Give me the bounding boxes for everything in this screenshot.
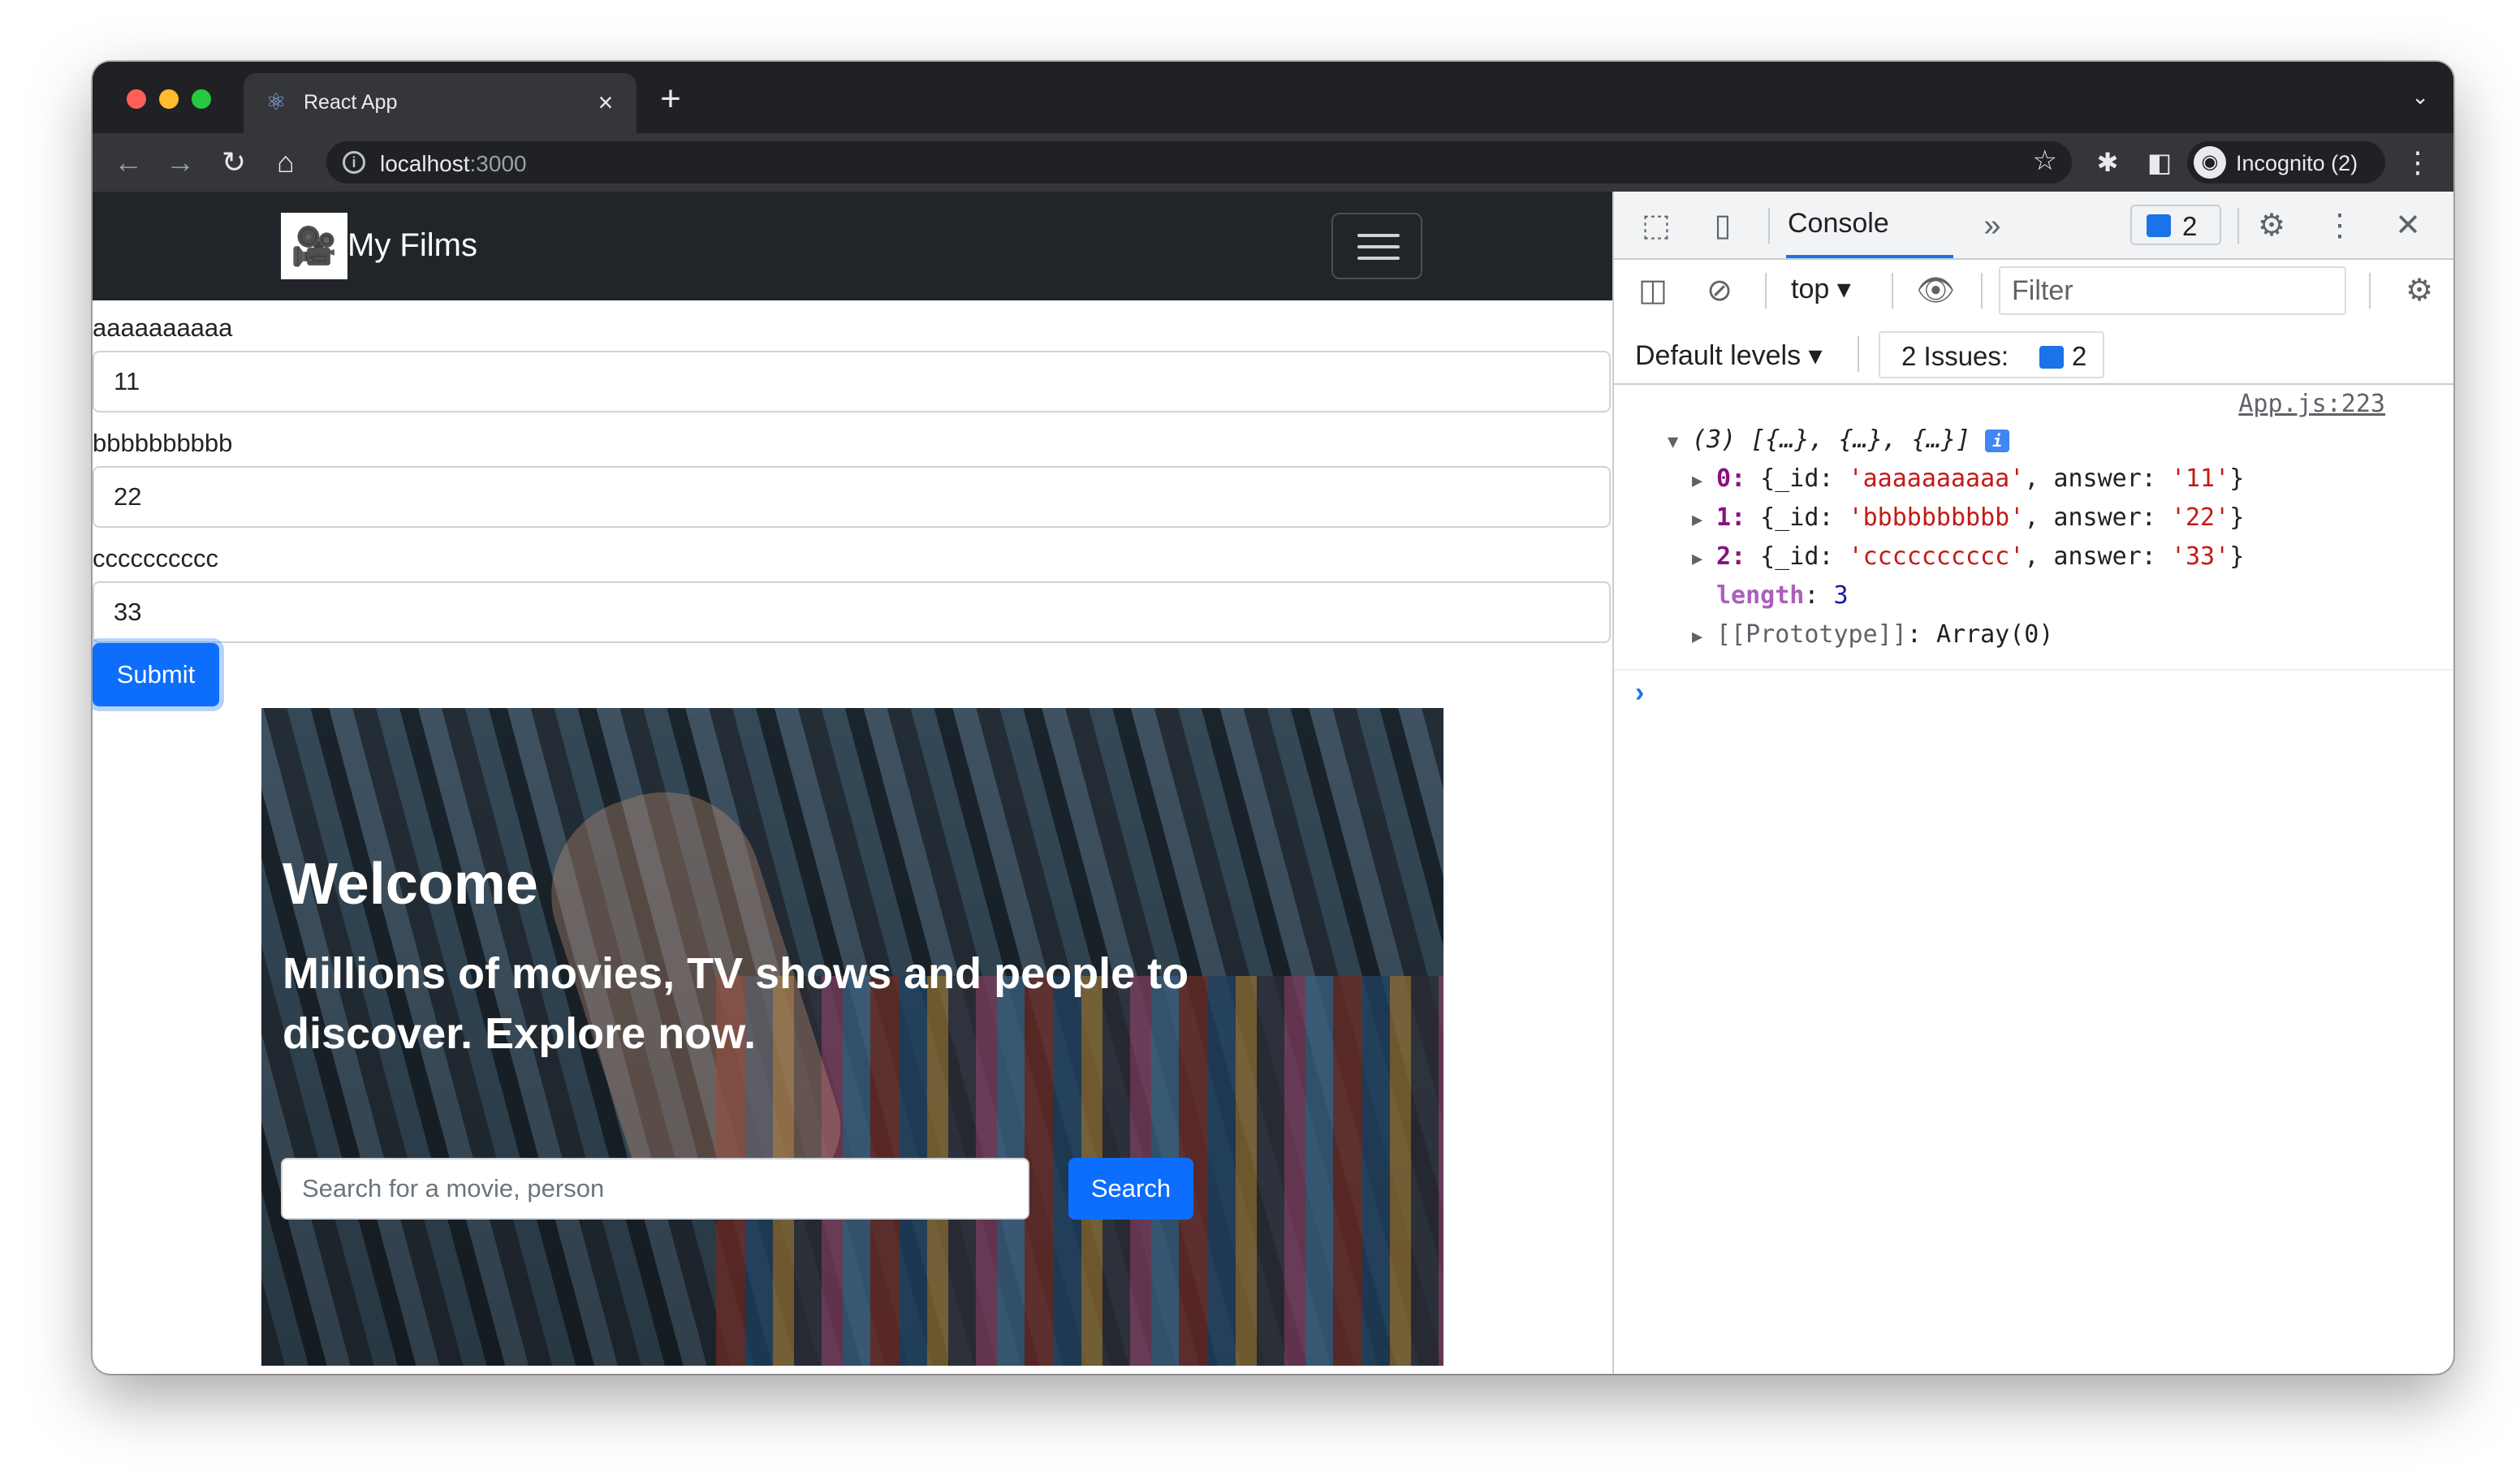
divider <box>1768 208 1770 244</box>
incognito-label: Incognito (2) <box>2236 151 2358 175</box>
minimize-window-button[interactable] <box>159 89 179 109</box>
collapsed-triangle-icon[interactable]: ▶ <box>1692 471 1716 491</box>
devtools-tabbar: ⬚ ▯ Console » 2 ⚙ ⋮ ✕ <box>1614 192 2453 260</box>
context-selector[interactable]: top ▾ <box>1791 273 1851 305</box>
answer-input-c[interactable]: 33 <box>93 581 1611 643</box>
back-icon[interactable]: ← <box>110 145 146 180</box>
info-icon[interactable]: i <box>1985 429 2010 452</box>
devtools-menu-icon[interactable]: ⋮ <box>2320 208 2359 244</box>
close-devtools-icon[interactable]: ✕ <box>2388 208 2427 244</box>
url-text: localhost:3000 <box>380 151 527 176</box>
tab-console[interactable]: Console <box>1788 208 1889 240</box>
array-prototype-row[interactable]: ▶ [[Prototype]]: Array(0) <box>1692 620 2053 649</box>
default-levels-dropdown[interactable]: Default levels ▾ <box>1635 339 1823 372</box>
collapsed-triangle-icon[interactable]: ▶ <box>1692 627 1716 647</box>
messages-count: 2 <box>2182 211 2198 241</box>
tab-react-app[interactable]: ⚛ React App × <box>244 73 636 133</box>
array-entry-row[interactable]: ▶ 2: {_id: 'cccccccccc', answer: '33'} <box>1692 542 2244 571</box>
field-label-a: aaaaaaaaaa <box>93 313 233 342</box>
array-entry-row[interactable]: ▶ 0: {_id: 'aaaaaaaaaa', answer: '11'} <box>1692 464 2244 493</box>
devtools-panel: ⬚ ▯ Console » 2 ⚙ ⋮ ✕ ◫ ⊘ top ▾ 👁 Filter <box>1612 192 2453 1374</box>
console-settings-gear-icon[interactable]: ⚙ <box>2400 273 2439 309</box>
array-length-row: length: 3 <box>1716 581 1849 610</box>
new-tab-button[interactable]: + <box>653 81 688 117</box>
answer-input-b[interactable]: 22 <box>93 466 1611 528</box>
navbar-toggler-button[interactable] <box>1331 213 1422 279</box>
console-levels-bar: Default levels ▾ 2 Issues: 2 <box>1614 323 2453 385</box>
forward-icon[interactable]: → <box>162 145 198 180</box>
hamburger-line <box>1357 234 1400 237</box>
field-label-b: bbbbbbbbbb <box>93 429 233 457</box>
bookmark-star-icon[interactable]: ☆ <box>2033 145 2057 177</box>
close-window-button[interactable] <box>127 89 146 109</box>
zoom-window-button[interactable] <box>192 89 211 109</box>
answer-input-a[interactable]: 11 <box>93 351 1611 412</box>
prompt-chevron-icon: › <box>1635 677 1645 708</box>
active-tab-indicator <box>1786 255 1953 258</box>
messages-badge[interactable]: 2 <box>2130 205 2221 245</box>
console-toolbar: ◫ ⊘ top ▾ 👁 Filter ⚙ <box>1614 260 2453 323</box>
submit-button[interactable]: Submit <box>93 643 219 706</box>
reload-icon[interactable]: ↻ <box>216 145 252 180</box>
source-link[interactable]: App.js:223 <box>2238 390 2385 418</box>
brand-title[interactable]: My Films <box>347 227 477 264</box>
issues-button[interactable]: 2 Issues: 2 <box>1879 331 2104 378</box>
issues-message-icon <box>2039 346 2064 369</box>
browser-window: ⚛ React App × + ⌄ ← → ↻ ⌂ i localhost:30… <box>93 62 2453 1374</box>
divider <box>2237 208 2239 244</box>
sidepanel-icon[interactable]: ◧ <box>2142 145 2177 180</box>
inspect-element-icon[interactable]: ⬚ <box>1637 208 1676 244</box>
divider <box>1981 273 1983 309</box>
hero-subtitle: Millions of movies, TV shows and people … <box>283 949 1189 1058</box>
sidebar-toggle-icon[interactable]: ◫ <box>1633 273 1672 309</box>
divider <box>2369 273 2371 309</box>
collapsed-triangle-icon[interactable]: ▶ <box>1692 510 1716 530</box>
extensions-icon[interactable]: ✱ <box>2090 145 2125 180</box>
home-icon[interactable]: ⌂ <box>268 145 304 180</box>
divider <box>1765 273 1767 309</box>
search-button[interactable]: Search <box>1068 1158 1193 1220</box>
collapsed-triangle-icon[interactable]: ▶ <box>1692 549 1716 569</box>
site-info-icon[interactable]: i <box>343 151 365 174</box>
divider <box>1858 336 1859 372</box>
film-camera-logo-icon[interactable]: 🎥 <box>281 213 347 279</box>
tab-title: React App <box>304 91 398 114</box>
navbar: 🎥 My Films <box>93 192 1612 300</box>
tab-search-chevron-icon[interactable]: ⌄ <box>2411 84 2429 110</box>
tab-strip: ⚛ React App × + ⌄ <box>93 62 2453 133</box>
browser-toolbar: ← → ↻ ⌂ i localhost:3000 ☆ ✱ ◧ ◉ Incogni… <box>93 133 2453 192</box>
address-bar[interactable]: i localhost:3000 ☆ <box>326 141 2072 184</box>
more-tabs-icon[interactable]: » <box>1973 208 2012 244</box>
field-label-c: cccccccccc <box>93 544 218 572</box>
expanded-triangle-icon[interactable]: ▼ <box>1668 432 1692 452</box>
browser-menu-icon[interactable]: ⋮ <box>2400 145 2436 180</box>
divider <box>1892 273 1893 309</box>
live-expression-eye-icon[interactable]: 👁 <box>1916 273 1955 309</box>
clear-console-icon[interactable]: ⊘ <box>1700 273 1739 309</box>
settings-gear-icon[interactable]: ⚙ <box>2252 208 2291 244</box>
movie-search-input[interactable]: Search for a movie, person <box>281 1158 1029 1220</box>
message-icon <box>2147 214 2171 237</box>
hamburger-line <box>1357 257 1400 260</box>
page-viewport: 🎥 My Films aaaaaaaaaa 11 bbbbbbbbbb 22 c… <box>93 192 1612 1374</box>
incognito-profile-button[interactable]: ◉ Incognito (2) <box>2187 141 2385 184</box>
react-favicon-icon: ⚛ <box>265 89 287 114</box>
console-filter-input[interactable]: Filter <box>1999 266 2346 315</box>
device-toolbar-icon[interactable]: ▯ <box>1703 208 1742 244</box>
hamburger-line <box>1357 245 1400 248</box>
console-prompt[interactable]: › <box>1614 669 2453 718</box>
incognito-icon: ◉ <box>2194 146 2226 179</box>
tab-close-button[interactable]: × <box>589 86 622 119</box>
array-entry-row[interactable]: ▶ 1: {_id: 'bbbbbbbbbb', answer: '22'} <box>1692 503 2244 532</box>
issues-count: 2 <box>2072 341 2087 371</box>
array-summary-row[interactable]: ▼ (3) [{…}, {…}, {…}] i <box>1668 425 2010 454</box>
hero-title: Welcome <box>283 852 538 917</box>
issues-label: 2 Issues: <box>1901 341 2009 371</box>
hero-banner: Welcome Millions of movies, TV shows and… <box>261 708 1443 1366</box>
